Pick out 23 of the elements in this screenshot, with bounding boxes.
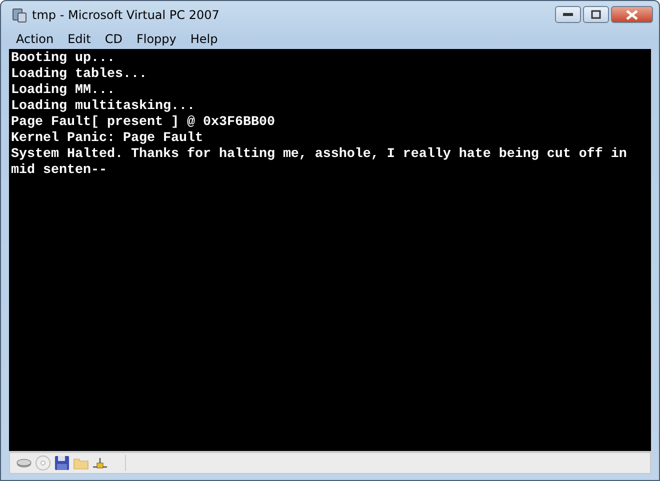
console-line: Kernel Panic: Page Fault xyxy=(11,131,203,147)
console-line: Booting up... xyxy=(11,51,115,67)
window-title: tmp - Microsoft Virtual PC 2007 xyxy=(32,6,220,24)
close-icon xyxy=(626,10,638,20)
console-line: Loading multitasking... xyxy=(11,99,195,115)
app-icon xyxy=(11,6,27,22)
menu-item[interactable]: Action xyxy=(9,28,61,48)
network-icon[interactable] xyxy=(92,455,108,471)
menu-item[interactable]: Edit xyxy=(60,28,98,48)
menu-item[interactable]: Floppy xyxy=(129,28,184,48)
menu-item[interactable]: CD xyxy=(98,28,130,48)
minimize-icon xyxy=(563,12,573,16)
close-button[interactable] xyxy=(611,6,653,23)
console-line: Page Fault[ present ] @ 0x3F6BB00 xyxy=(11,115,275,131)
floppy-icon[interactable] xyxy=(54,455,70,471)
console-line: Loading MM... xyxy=(11,83,115,99)
maximize-button[interactable] xyxy=(583,6,609,23)
console-line: mid senten-- xyxy=(11,163,107,179)
console-line: Loading tables... xyxy=(11,67,147,83)
console-line: System Halted. Thanks for halting me, asshole, I really hate being cut off in xyxy=(11,147,627,163)
menu-item[interactable]: Help xyxy=(183,28,225,48)
minimize-button[interactable] xyxy=(555,6,581,23)
maximize-icon xyxy=(591,10,601,19)
